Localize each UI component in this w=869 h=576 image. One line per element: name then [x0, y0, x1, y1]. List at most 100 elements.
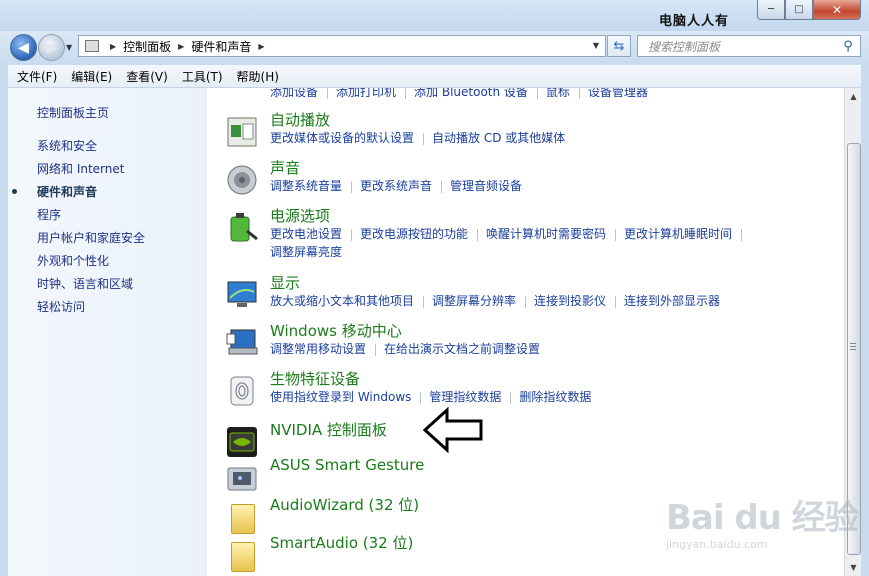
- category-title[interactable]: 电源选项: [270, 205, 330, 226]
- title-bar: 电脑人人有 ─ □ ✕: [0, 0, 869, 31]
- search-icon[interactable]: ⚲: [840, 39, 856, 54]
- link[interactable]: 调整常用移动设置: [270, 342, 366, 356]
- menu-help[interactable]: 帮助(H): [232, 68, 284, 85]
- scroll-down-icon[interactable]: ▼: [845, 559, 862, 576]
- sidebar-item-ease-of-access[interactable]: 轻松访问: [37, 298, 85, 315]
- scroll-grip-icon: [850, 343, 856, 350]
- breadcrumb-hardware-sound[interactable]: 硬件和声音: [191, 38, 251, 55]
- sidebar-item-system-security[interactable]: 系统和安全: [37, 137, 97, 154]
- baidu-watermark-logo: Bai du 经验 jingyan.baidu.com: [666, 498, 859, 551]
- active-item-bullet: [12, 189, 17, 194]
- close-button[interactable]: ✕: [813, 0, 861, 20]
- link[interactable]: 在给出演示文档之前调整设置: [384, 342, 540, 356]
- link[interactable]: 放大或缩小文本和其他项目: [270, 294, 414, 308]
- fingerprint-icon[interactable]: [225, 374, 259, 408]
- link[interactable]: 调整屏幕亮度: [270, 245, 342, 259]
- category-title[interactable]: 生物特征设备: [270, 368, 360, 389]
- battery-icon[interactable]: [225, 211, 259, 245]
- category-title[interactable]: 声音: [270, 157, 300, 178]
- category-links: 调整系统音量 更改系统声音 管理音频设备: [270, 177, 840, 195]
- category-title[interactable]: Windows 移动中心: [270, 320, 402, 341]
- link[interactable]: 更改系统声音: [360, 179, 432, 193]
- menu-view[interactable]: 查看(V): [121, 68, 173, 85]
- link[interactable]: 使用指纹登录到 Windows: [270, 390, 411, 404]
- link[interactable]: 管理指纹数据: [429, 390, 501, 404]
- watermark-title: 电脑人人有: [659, 14, 730, 29]
- monitor-icon[interactable]: [225, 278, 259, 312]
- link[interactable]: 更改电源按钮的功能: [360, 227, 468, 241]
- address-dropdown-icon[interactable]: ▼: [593, 41, 599, 50]
- autoplay-icon[interactable]: [225, 115, 259, 149]
- devices-printers-links: 添加设备 添加打印机 添加 Bluetooth 设备 鼠标 设备管理器: [270, 88, 840, 101]
- scroll-up-icon[interactable]: ▲: [845, 88, 862, 105]
- menu-tools[interactable]: 工具(T): [177, 68, 228, 85]
- menu-edit[interactable]: 编辑(E): [66, 68, 117, 85]
- breadcrumb-chevron-icon[interactable]: ▶: [178, 42, 184, 51]
- menu-bar: 文件(F) 编辑(E) 查看(V) 工具(T) 帮助(H): [8, 65, 861, 88]
- link[interactable]: 管理音频设备: [450, 179, 522, 193]
- category-title[interactable]: 显示: [270, 272, 300, 293]
- maximize-button[interactable]: □: [785, 0, 813, 20]
- link[interactable]: 连接到投影仪: [534, 294, 606, 308]
- minimize-button[interactable]: ─: [757, 0, 785, 20]
- category-title[interactable]: ASUS Smart Gesture: [270, 456, 424, 474]
- link-add-bluetooth[interactable]: 添加 Bluetooth 设备: [414, 88, 528, 99]
- back-button[interactable]: ◀: [10, 34, 37, 61]
- breadcrumb-chevron-icon[interactable]: ▶: [110, 42, 116, 51]
- forward-button[interactable]: ▶: [38, 34, 65, 61]
- touchpad-icon[interactable]: [225, 462, 259, 496]
- sidebar-item-hardware-sound[interactable]: 硬件和声音: [37, 183, 97, 200]
- link[interactable]: 连接到外部显示器: [624, 294, 720, 308]
- window-controls: ─ □ ✕: [757, 0, 861, 20]
- sidebar-item-appearance[interactable]: 外观和个性化: [37, 252, 109, 269]
- annotation-arrow-icon: [423, 407, 483, 453]
- link[interactable]: 唤醒计算机时需要密码: [486, 227, 606, 241]
- control-panel-icon: [85, 40, 99, 52]
- category-title[interactable]: NVIDIA 控制面板: [270, 419, 387, 440]
- link[interactable]: 更改媒体或设备的默认设置: [270, 131, 414, 145]
- category-links: 使用指纹登录到 Windows 管理指纹数据 删除指纹数据: [270, 388, 840, 406]
- breadcrumb-chevron-icon[interactable]: ▶: [258, 42, 264, 51]
- refresh-icon: ⇆: [613, 38, 625, 54]
- link[interactable]: 调整系统音量: [270, 179, 342, 193]
- navigation-bar: ◀ ▶ ▼ ▶ 控制面板 ▶ 硬件和声音 ▶ ▼ ⇆ 搜索控制面板 ⚲: [0, 31, 869, 62]
- link-add-printer[interactable]: 添加打印机: [336, 88, 396, 99]
- link[interactable]: 删除指纹数据: [519, 390, 591, 404]
- sidebar: 控制面板主页 系统和安全 网络和 Internet 硬件和声音 程序 用户帐户和…: [8, 88, 207, 576]
- category-title[interactable]: 自动播放: [270, 109, 330, 130]
- category-title[interactable]: AudioWizard (32 位): [270, 494, 419, 515]
- refresh-button[interactable]: ⇆: [607, 35, 631, 57]
- link-add-device[interactable]: 添加设备: [270, 88, 318, 99]
- link[interactable]: 调整屏幕分辨率: [432, 294, 516, 308]
- recent-pages-dropdown[interactable]: ▼: [66, 43, 72, 52]
- sidebar-item-clock-region[interactable]: 时钟、语言和区域: [37, 275, 133, 292]
- link-mouse[interactable]: 鼠标: [546, 88, 570, 99]
- forward-arrow-icon: ▶: [46, 39, 57, 56]
- link[interactable]: 更改计算机睡眠时间: [624, 227, 732, 241]
- link[interactable]: 更改电池设置: [270, 227, 342, 241]
- address-bar[interactable]: ▶ 控制面板 ▶ 硬件和声音 ▶ ▼: [78, 35, 606, 57]
- nvidia-icon[interactable]: [225, 425, 259, 459]
- sidebar-item-user-accounts[interactable]: 用户帐户和家庭安全: [37, 229, 145, 246]
- search-input[interactable]: 搜索控制面板: [648, 38, 840, 55]
- back-arrow-icon: ◀: [18, 39, 29, 56]
- category-links: 更改媒体或设备的默认设置 自动播放 CD 或其他媒体: [270, 129, 840, 147]
- sidebar-item-network[interactable]: 网络和 Internet: [37, 160, 124, 177]
- link[interactable]: 自动播放 CD 或其他媒体: [432, 131, 565, 145]
- search-box[interactable]: 搜索控制面板 ⚲: [637, 35, 861, 57]
- link-device-manager[interactable]: 设备管理器: [588, 88, 648, 99]
- speaker-icon[interactable]: [225, 163, 259, 197]
- baidu-watermark-url: jingyan.baidu.com: [666, 538, 768, 551]
- mobility-center-icon[interactable]: [225, 326, 259, 360]
- sidebar-item-home[interactable]: 控制面板主页: [37, 104, 109, 121]
- category-links: 调整常用移动设置 在给出演示文档之前调整设置: [270, 340, 840, 358]
- folder-icon[interactable]: [231, 504, 255, 534]
- menu-file[interactable]: 文件(F): [12, 68, 62, 85]
- category-links: 放大或缩小文本和其他项目 调整屏幕分辨率 连接到投影仪 连接到外部显示器: [270, 292, 840, 310]
- sidebar-item-programs[interactable]: 程序: [37, 206, 61, 223]
- breadcrumb-control-panel[interactable]: 控制面板: [123, 38, 171, 55]
- category-title[interactable]: SmartAudio (32 位): [270, 532, 413, 553]
- window-frame-right: [861, 65, 869, 576]
- folder-icon[interactable]: [231, 542, 255, 572]
- category-links: 更改电池设置 更改电源按钮的功能 唤醒计算机时需要密码 更改计算机睡眠时间调整屏幕亮度: [270, 225, 840, 261]
